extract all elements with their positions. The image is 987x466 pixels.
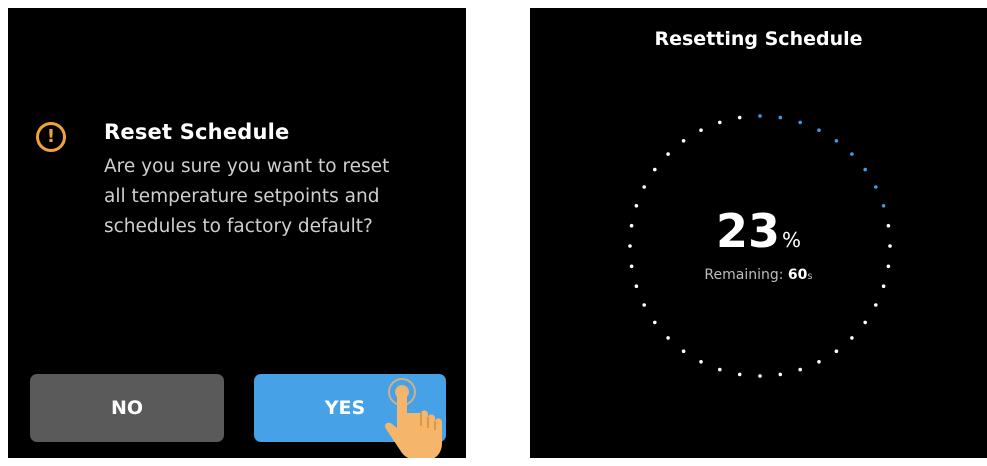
- progress-dot-remaining: [666, 336, 670, 340]
- no-button-label: NO: [110, 397, 144, 419]
- dialog-message-line: schedules to factory default?: [104, 216, 373, 237]
- progress-dot-remaining: [834, 349, 839, 354]
- no-button[interactable]: NO: [30, 374, 224, 442]
- dialog-title: Reset Schedule: [104, 120, 290, 144]
- progress-dot-remaining: [718, 120, 722, 125]
- progress-dot-remaining: [653, 320, 657, 325]
- progress-dot-complete: [798, 120, 802, 125]
- reset-confirmation-screen: ! Reset Schedule Are you sure you want t…: [8, 8, 466, 458]
- dialog-message: Are you sure you want to reset all tempe…: [104, 152, 444, 242]
- progress-dot-remaining: [666, 152, 670, 156]
- progress-dot-remaining: [778, 372, 783, 377]
- progress-dot-remaining: [642, 185, 646, 189]
- remaining-label: Remaining:: [704, 267, 788, 283]
- progress-dot-remaining: [850, 336, 854, 340]
- progress-percent-value: 23: [715, 204, 780, 258]
- progress-dot-complete: [834, 139, 839, 143]
- progress-dot-complete: [863, 167, 867, 172]
- progress-percentage: 23%: [530, 206, 987, 256]
- progress-dot-remaining: [699, 360, 703, 364]
- tap-hand-icon: [385, 378, 442, 458]
- progress-dot-complete: [874, 185, 878, 189]
- warning-icon: !: [36, 122, 66, 152]
- progress-dot-remaining: [737, 372, 742, 377]
- resetting-progress-screen: Resetting Schedule 23% Remaining: 60s: [530, 8, 987, 458]
- progress-dot-remaining: [737, 115, 742, 120]
- progress-dot-remaining: [758, 374, 762, 378]
- progress-dot-remaining: [653, 167, 657, 172]
- remaining-value: 60: [787, 267, 808, 283]
- progress-dot-remaining: [681, 349, 686, 354]
- progress-dot-remaining: [642, 303, 646, 307]
- progress-dot-remaining: [634, 284, 639, 289]
- progress-dot-remaining: [681, 139, 686, 143]
- progress-percent-unit: %: [782, 228, 802, 252]
- progress-dot-remaining: [874, 303, 878, 307]
- remaining-time: Remaining: 60s: [530, 267, 987, 283]
- progress-dot-complete: [817, 128, 821, 132]
- progress-dot-remaining: [718, 367, 722, 372]
- progress-dot-complete: [758, 114, 762, 118]
- progress-dot-complete: [778, 115, 783, 120]
- progress-dot-remaining: [817, 360, 821, 364]
- dialog-message-line: Are you sure you want to reset: [104, 156, 390, 177]
- progress-dot-complete: [850, 152, 854, 156]
- progress-dot-remaining: [699, 128, 703, 132]
- progress-dot-remaining: [798, 367, 802, 372]
- dialog-message-line: all temperature setpoints and: [104, 186, 380, 207]
- remaining-unit: s: [807, 271, 813, 282]
- yes-button-label: YES: [324, 397, 366, 419]
- progress-dot-remaining: [863, 320, 867, 325]
- progress-dot-remaining: [881, 284, 886, 289]
